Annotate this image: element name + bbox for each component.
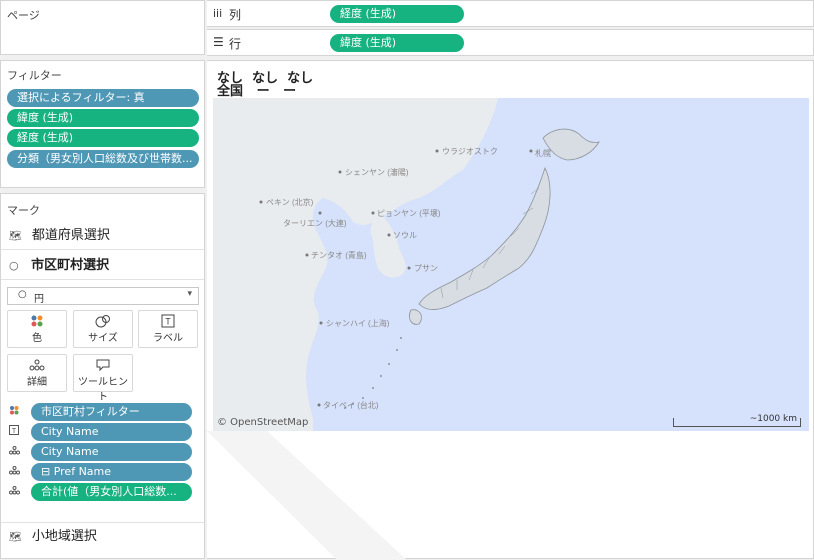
- map-place-label: 札幌: [535, 148, 551, 158]
- detail-card[interactable]: 詳細: [7, 354, 67, 392]
- svg-text:T: T: [12, 428, 17, 435]
- map-attribution[interactable]: © OpenStreetMap: [217, 417, 308, 428]
- view-panel[interactable]: なし なし なし 全国 ー ー ウラジオストク 札幌 シェンヤン (瀋陽) ペキ…: [207, 60, 814, 560]
- map-place-label: シェンヤン (瀋陽): [345, 167, 409, 177]
- map-scale-label: ~1000 km: [749, 414, 797, 424]
- marks-layer-small-area[interactable]: 🗺 小地域選択: [1, 522, 204, 550]
- field-pill[interactable]: City Name: [31, 443, 192, 461]
- label-icon: T: [9, 425, 25, 438]
- map-place-label: ソウル: [393, 231, 417, 240]
- marks-title: マーク: [7, 204, 40, 217]
- filters-panel[interactable]: フィルター 選択によるフィルター: 真 緯度 (生成) 経度 (生成) 分類（男…: [0, 60, 205, 188]
- filter-pill-longitude[interactable]: 経度 (生成): [7, 129, 199, 147]
- map-place-label: チンタオ (青島): [311, 250, 367, 260]
- mark-type-select[interactable]: ○ 円 ▾: [7, 287, 199, 305]
- rows-pill[interactable]: 緯度 (生成): [330, 34, 464, 52]
- label-card[interactable]: T ラベル: [138, 310, 198, 348]
- marks-panel[interactable]: マーク 🗺 都道府県選択 ○ 市区町村選択 ○ 円 ▾ 色 サイズ T ラベル …: [0, 193, 205, 559]
- mark-type-value: 円: [34, 294, 44, 305]
- view-shadow: [207, 431, 407, 560]
- tooltip-card[interactable]: ツールヒント: [73, 354, 133, 403]
- chevron-down-icon: ▾: [187, 289, 192, 299]
- map-canvas: ウラジオストク 札幌 シェンヤン (瀋陽) ペキン (北京) ピョンヤン (平壌…: [213, 98, 809, 431]
- pages-panel[interactable]: ページ: [0, 0, 205, 55]
- size-card[interactable]: サイズ: [73, 310, 133, 348]
- map-place-label: ピョンヤン (平壌): [377, 208, 441, 218]
- pages-title: ページ: [7, 9, 40, 22]
- map-place-label: ターリエン (大連): [283, 218, 347, 228]
- mark-field-row[interactable]: 合計(値（男女別人口総数...: [9, 483, 196, 501]
- view-header-line2: 全国 ー ー: [217, 84, 297, 99]
- color-card[interactable]: 色: [7, 310, 67, 348]
- card-label: サイズ: [88, 333, 118, 344]
- mark-field-row[interactable]: City Name: [9, 443, 196, 461]
- map[interactable]: ウラジオストク 札幌 シェンヤン (瀋陽) ペキン (北京) ピョンヤン (平壌…: [213, 98, 809, 431]
- marks-layer-city[interactable]: ○ 市区町村選択: [1, 252, 204, 280]
- size-icon: [74, 311, 132, 329]
- label-icon: T: [139, 311, 197, 329]
- map-scale: ~1000 km: [673, 414, 801, 428]
- detail-icon: [9, 465, 25, 478]
- field-pill[interactable]: ⊟ Pref Name: [31, 463, 192, 481]
- detail-icon: [8, 355, 66, 373]
- map-place-label: シャンハイ (上海): [326, 318, 390, 328]
- map-layer-icon: 🗺: [9, 532, 22, 543]
- layer-label: 都道府県選択: [31, 228, 110, 243]
- color-icon: [8, 311, 66, 329]
- columns-label: 列: [229, 8, 242, 22]
- map-place-label: ウラジオストク: [442, 147, 498, 156]
- filter-pill-category[interactable]: 分類（男女別人口総数及び世帯数...: [7, 150, 199, 168]
- rows-label: 行: [229, 37, 242, 51]
- detail-icon: [9, 485, 25, 498]
- map-place-label: タイペイ (台北): [323, 400, 379, 410]
- mark-field-row[interactable]: 市区町村フィルター: [9, 403, 196, 421]
- rows-icon: ☰: [213, 35, 224, 49]
- filter-pill-latitude[interactable]: 緯度 (生成): [7, 109, 199, 127]
- filters-title: フィルター: [7, 69, 62, 82]
- card-label: ラベル: [153, 333, 183, 344]
- field-pill[interactable]: City Name: [31, 423, 192, 441]
- filter-pill-selection[interactable]: 選択によるフィルター: 真: [7, 89, 199, 107]
- map-place-label: ペキン (北京): [266, 197, 314, 207]
- circle-icon: ○: [18, 289, 27, 300]
- circle-icon: ○: [9, 259, 19, 272]
- mark-field-row[interactable]: T City Name: [9, 423, 196, 441]
- tooltip-icon: [74, 355, 132, 373]
- field-pill[interactable]: 市区町村フィルター: [31, 403, 192, 421]
- map-place-label: プサン: [414, 264, 438, 273]
- columns-pill[interactable]: 経度 (生成): [330, 5, 464, 23]
- detail-icon: [9, 445, 25, 458]
- columns-shelf[interactable]: iii 列 経度 (生成): [207, 0, 814, 27]
- field-pill[interactable]: 合計(値（男女別人口総数...: [31, 483, 192, 501]
- color-icon: [9, 405, 25, 418]
- rows-shelf[interactable]: ☰ 行 緯度 (生成): [207, 29, 814, 56]
- layer-label: 小地域選択: [31, 529, 97, 544]
- card-label: ツールヒント: [78, 377, 128, 403]
- svg-text:T: T: [165, 317, 171, 327]
- marks-layer-prefecture[interactable]: 🗺 都道府県選択: [1, 222, 204, 250]
- map-layer-icon: 🗺: [9, 231, 22, 242]
- card-label: 詳細: [27, 377, 47, 388]
- columns-icon: iii: [213, 7, 223, 20]
- mark-field-row[interactable]: ⊟ Pref Name: [9, 463, 196, 481]
- layer-label: 市区町村選択: [31, 258, 110, 273]
- card-label: 色: [32, 333, 42, 344]
